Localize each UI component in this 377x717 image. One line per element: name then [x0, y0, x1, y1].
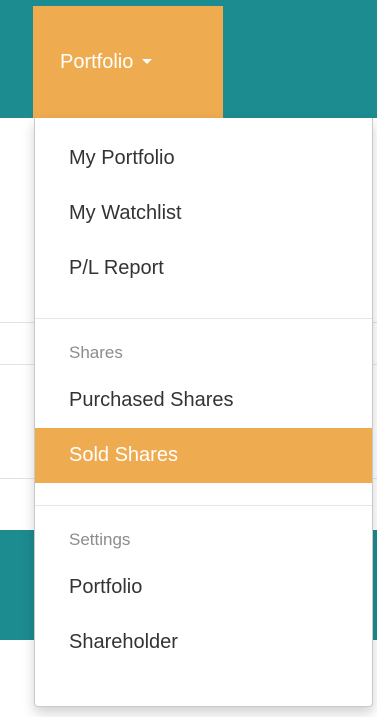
- menu-divider: [35, 505, 372, 506]
- menu-header-settings: Settings: [69, 530, 131, 549]
- menu-item-my-portfolio[interactable]: My Portfolio: [35, 131, 372, 186]
- menu-item-sold-shares[interactable]: Sold Shares: [35, 428, 372, 483]
- menu-item-pl-report[interactable]: P/L Report: [35, 241, 372, 296]
- portfolio-dropdown-menu: My Portfolio My Watchlist P/L Report Sha…: [34, 118, 373, 707]
- menu-divider: [35, 318, 372, 319]
- menu-header-shares: Shares: [69, 343, 123, 362]
- menu-item-settings-portfolio[interactable]: Portfolio: [35, 560, 372, 615]
- menu-item-shareholder[interactable]: Shareholder: [35, 615, 372, 670]
- menu-item-purchased-shares[interactable]: Purchased Shares: [35, 373, 372, 428]
- caret-down-icon: [142, 58, 153, 64]
- portfolio-dropdown-toggle[interactable]: Portfolio: [33, 6, 223, 118]
- menu-item-my-watchlist[interactable]: My Watchlist: [35, 186, 372, 241]
- portfolio-toggle-label: Portfolio: [60, 51, 134, 73]
